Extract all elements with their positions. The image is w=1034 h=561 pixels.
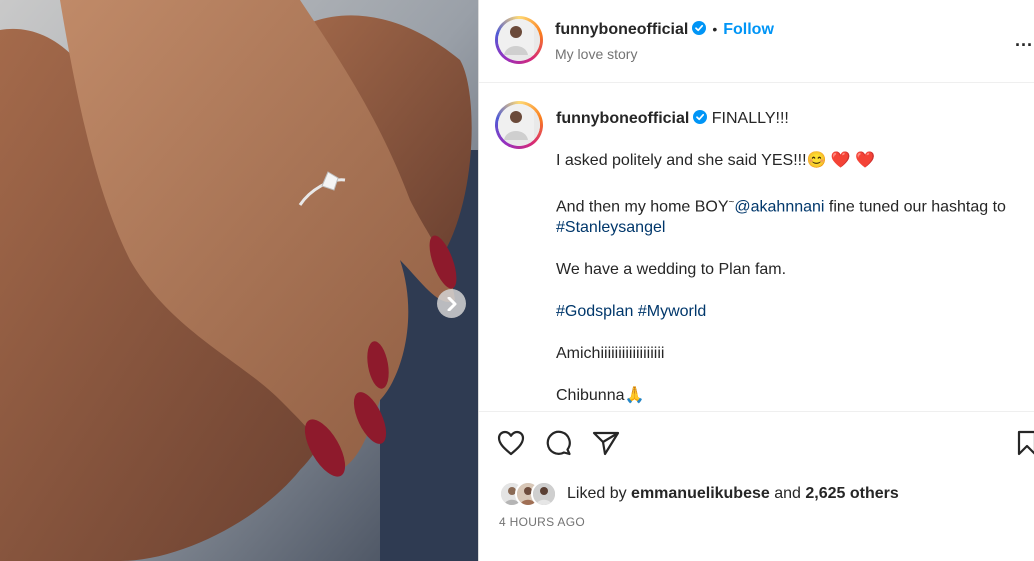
- post-location[interactable]: My love story: [555, 46, 637, 62]
- caption-line: Chibunna: [556, 387, 625, 405]
- post-timestamp[interactable]: 4 HOURS AGO: [499, 515, 585, 529]
- share-button[interactable]: [592, 430, 620, 461]
- header-separator: •: [712, 21, 718, 37]
- comment-icon: [546, 430, 571, 456]
- caption-line: I asked politely and she said YES!!!: [556, 152, 807, 169]
- emoji-group: 😊 ❤️ ❤️: [806, 152, 876, 169]
- avatar: [531, 481, 557, 507]
- post-header: funnyboneofficial • Follow My love story .…: [479, 0, 1034, 83]
- profile-picture: [498, 19, 534, 55]
- avatar[interactable]: [495, 16, 543, 64]
- liked-by-user[interactable]: emmanuelikubese: [631, 485, 770, 503]
- send-icon: [592, 431, 620, 456]
- bookmark-icon: [1017, 430, 1034, 456]
- caption-line: And then my home BOY: [556, 198, 729, 216]
- post-actions: Liked by emmanuelikubese and 2,625 other…: [479, 412, 1034, 561]
- likes-summary[interactable]: Liked by emmanuelikubese and 2,625 other…: [499, 480, 899, 508]
- follow-button[interactable]: Follow: [723, 21, 774, 38]
- caption-line: Amichiiiiiiiiiiiiiiiiii: [556, 345, 665, 363]
- likes-middle: and: [774, 485, 801, 502]
- emoji: 🙏: [624, 387, 645, 405]
- verified-badge-icon: [692, 21, 707, 35]
- post-photo[interactable]: [0, 0, 478, 561]
- likes-prefix: Liked by: [567, 485, 627, 502]
- verified-badge-icon: [693, 110, 708, 124]
- comment-button[interactable]: [544, 430, 572, 461]
- caption-text: funnyboneofficial FINALLY!!! I asked pol…: [556, 108, 1026, 411]
- like-button[interactable]: [497, 430, 525, 461]
- more-icon: ...: [1014, 30, 1033, 50]
- more-options-button[interactable]: ...: [1015, 30, 1033, 51]
- caption-first-line: FINALLY!!!: [711, 110, 789, 127]
- caption-line: fine tuned our hashtag to: [824, 198, 1006, 216]
- heart-icon: [497, 430, 525, 456]
- mention-link[interactable]: @akahnnani: [734, 198, 824, 215]
- caption-line: We have a wedding to Plan fam.: [556, 261, 787, 279]
- hashtag-link[interactable]: #Myworld: [638, 303, 706, 320]
- caption-section: funnyboneofficial FINALLY!!! I asked pol…: [479, 83, 1034, 412]
- save-button[interactable]: [1017, 430, 1034, 461]
- hashtag-link[interactable]: #Godsplan: [556, 303, 633, 320]
- chevron-right-icon: [447, 296, 456, 311]
- engagement-ring-photo: [0, 0, 478, 561]
- liked-by-avatars: [499, 481, 561, 507]
- caption-profile-picture: [498, 104, 534, 140]
- caption-avatar[interactable]: [495, 101, 543, 149]
- post-panel: funnyboneofficial • Follow My love story .…: [478, 0, 1034, 561]
- hashtag-link[interactable]: #Stanleysangel: [556, 219, 665, 236]
- caption-username[interactable]: funnyboneofficial: [556, 110, 689, 127]
- post-author-username[interactable]: funnyboneofficial: [555, 21, 688, 38]
- next-photo-button[interactable]: [437, 289, 466, 318]
- likes-count[interactable]: 2,625 others: [805, 485, 898, 503]
